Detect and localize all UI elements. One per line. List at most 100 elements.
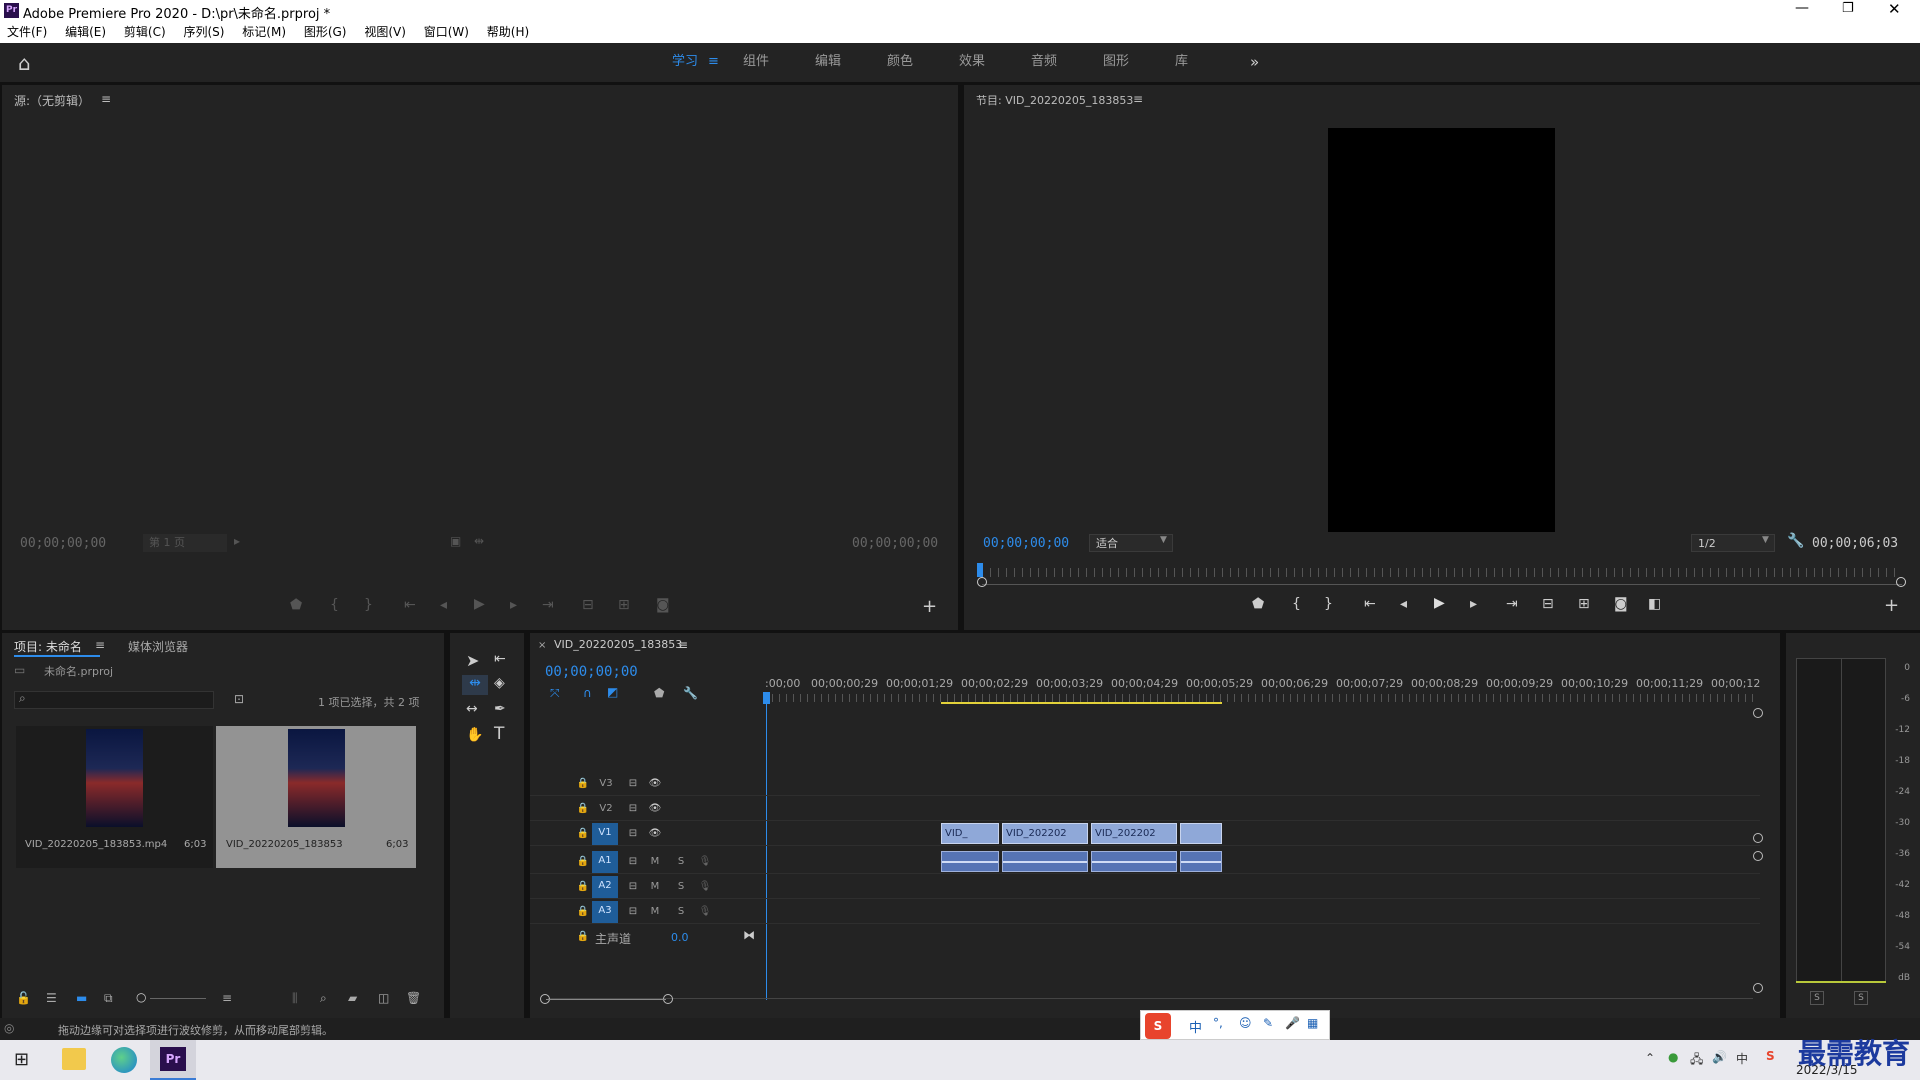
audio-clip[interactable] <box>1002 851 1088 872</box>
comparison-view-icon[interactable]: ◧ <box>1648 596 1661 612</box>
menu-view[interactable]: 视图(V) <box>364 22 406 43</box>
lock-icon[interactable]: 🔓 <box>16 991 31 1005</box>
overwrite-icon[interactable]: ⊞ <box>618 597 630 613</box>
microphone-icon[interactable]: 🎤 <box>1285 1016 1300 1030</box>
workspace-graphics[interactable]: 图形 <box>1103 43 1129 81</box>
type-tool-icon[interactable]: T <box>494 724 504 744</box>
project-menu-icon[interactable]: ≡ <box>95 638 105 652</box>
workspace-menu-icon[interactable]: ≡ <box>708 43 719 81</box>
nest-sequence-icon[interactable]: ⤧ <box>550 686 560 701</box>
sogou-ime-icon[interactable]: S <box>1145 1013 1171 1039</box>
lock-icon[interactable]: 🔒 <box>572 824 594 844</box>
lock-icon[interactable]: 🔒 <box>572 877 594 897</box>
zoom-slider-handle[interactable]: ○ <box>136 990 146 1004</box>
taskbar-premiere-active[interactable]: Pr <box>150 1040 196 1080</box>
sort-icon[interactable]: ≡ <box>222 991 232 1005</box>
panel-menu-icon[interactable]: ≡ <box>101 92 111 106</box>
eye-icon[interactable]: 👁 <box>644 824 666 844</box>
file-explorer-icon[interactable] <box>62 1048 86 1070</box>
timeline-settings-wrench-icon[interactable]: 🔧 <box>683 686 698 700</box>
track-select-tool-icon[interactable]: ⇤ <box>494 651 506 667</box>
media-browser-tab[interactable]: 媒体浏览器 <box>128 638 188 655</box>
export-frame-icon[interactable]: ◙ <box>1614 596 1628 612</box>
export-frame-icon[interactable]: ◙ <box>656 597 670 613</box>
mute-button[interactable]: M <box>644 852 666 872</box>
program-playhead[interactable] <box>977 563 983 577</box>
solo-button[interactable]: S <box>670 902 692 922</box>
program-monitor-title[interactable]: 节目: VID_20220205_183853 <box>976 92 1133 108</box>
source-page-dropdown[interactable]: 第 1 页 <box>143 534 227 552</box>
video-clip[interactable]: VID_ <box>941 823 999 844</box>
mute-button[interactable]: M <box>644 877 666 897</box>
handwriting-icon[interactable]: ✎ <box>1263 1016 1273 1030</box>
home-icon[interactable]: ⌂ <box>18 51 31 75</box>
security-tray-icon[interactable]: ● <box>1668 1050 1678 1064</box>
button-editor-plus-icon[interactable]: + <box>922 596 937 617</box>
menu-sequence[interactable]: 序列(S) <box>183 22 224 43</box>
windows-start-icon[interactable]: ⊞ <box>14 1049 29 1070</box>
vertical-scroll-handle[interactable] <box>1753 708 1763 718</box>
add-marker-icon[interactable]: ⬟ <box>290 597 302 613</box>
audio-clip[interactable] <box>941 851 999 872</box>
button-editor-plus-icon[interactable]: + <box>1884 595 1899 616</box>
workspace-color[interactable]: 颜色 <box>887 43 913 81</box>
menu-help[interactable]: 帮助(H) <box>487 22 529 43</box>
menu-window[interactable]: 窗口(W) <box>424 22 469 43</box>
workspace-assembly[interactable]: 组件 <box>743 43 769 81</box>
project-item[interactable]: VID_20220205_183853.mp4 6;03 <box>16 726 213 868</box>
go-to-edit-point-icon[interactable]: ⧓ <box>743 928 755 942</box>
sync-lock-icon[interactable]: ⊟ <box>622 902 644 922</box>
new-bin-icon[interactable]: ▰ <box>348 991 357 1005</box>
step-forward-icon[interactable]: ▸ <box>1470 596 1477 612</box>
sync-lock-icon[interactable]: ⊟ <box>622 774 644 794</box>
workspace-audio[interactable]: 音频 <box>1031 43 1057 81</box>
sync-lock-icon[interactable]: ⊟ <box>622 824 644 844</box>
solo-left-button[interactable]: S <box>1810 991 1824 1005</box>
solo-right-button[interactable]: S <box>1854 991 1868 1005</box>
audio-scroll-handle[interactable] <box>1753 983 1763 993</box>
ime-punctuation-mode[interactable]: °, <box>1213 1016 1223 1030</box>
step-back-icon[interactable]: ◂ <box>1400 596 1407 612</box>
sequence-tab[interactable]: VID_20220205_183853 <box>554 638 682 651</box>
program-playhead-timecode[interactable]: 00;00;00;00 <box>983 536 1069 551</box>
track-label-targeted[interactable]: A1 <box>592 851 618 873</box>
restore-icon[interactable]: ❐ <box>1842 1 1854 16</box>
mark-in-icon[interactable]: { <box>330 597 339 613</box>
emoji-icon[interactable]: ☺ <box>1239 1016 1252 1030</box>
go-to-in-icon[interactable]: ⇤ <box>404 597 416 613</box>
ripple-edit-tool-icon[interactable]: ⇹ <box>462 675 488 695</box>
step-forward-icon[interactable]: ▸ <box>510 597 517 613</box>
lock-icon[interactable]: 🔒 <box>572 774 594 794</box>
go-to-in-icon[interactable]: ⇤ <box>1364 596 1376 612</box>
lift-icon[interactable]: ⊟ <box>1542 596 1554 612</box>
linked-selection-icon[interactable]: ◩ <box>607 685 618 699</box>
close-icon[interactable]: ✕ <box>1888 0 1901 18</box>
track-label[interactable]: V2 <box>595 799 617 819</box>
master-volume-value[interactable]: 0.0 <box>671 931 689 944</box>
horizontal-zoom-scrollbar[interactable] <box>548 998 1753 999</box>
pen-tool-icon[interactable]: ✒ <box>494 701 506 717</box>
icon-view-icon[interactable]: ▬ <box>76 991 87 1005</box>
eye-icon[interactable]: 👁 <box>644 774 666 794</box>
video-clip[interactable]: VID_202202 <box>1002 823 1088 844</box>
new-item-icon[interactable]: ◫ <box>378 991 389 1005</box>
extract-icon[interactable]: ⊞ <box>1578 596 1590 612</box>
edge-browser-icon[interactable] <box>111 1047 137 1073</box>
more-workspaces-icon[interactable]: » <box>1250 43 1259 81</box>
track-label[interactable]: V3 <box>595 774 617 794</box>
input-method-icon[interactable]: 中 <box>1736 1050 1748 1067</box>
track-label-targeted[interactable]: A2 <box>592 876 618 898</box>
eye-icon[interactable]: 👁 <box>644 799 666 819</box>
toolbox-icon[interactable]: ▦ <box>1307 1016 1318 1030</box>
snap-icon[interactable]: ∩ <box>583 686 592 700</box>
hand-tool-icon[interactable]: ✋ <box>466 727 483 743</box>
sogou-tray-icon[interactable]: S <box>1766 1049 1775 1063</box>
workspace-effects[interactable]: 效果 <box>959 43 985 81</box>
freeform-view-icon[interactable]: ⧉ <box>104 991 113 1006</box>
mark-out-icon[interactable]: } <box>1324 596 1333 612</box>
close-sequence-icon[interactable]: × <box>538 640 546 651</box>
find-icon[interactable]: ⌕ <box>320 991 327 1006</box>
razor-tool-icon[interactable]: ◈ <box>494 675 505 691</box>
solo-button[interactable]: S <box>670 852 692 872</box>
program-time-ruler[interactable] <box>982 568 1902 577</box>
